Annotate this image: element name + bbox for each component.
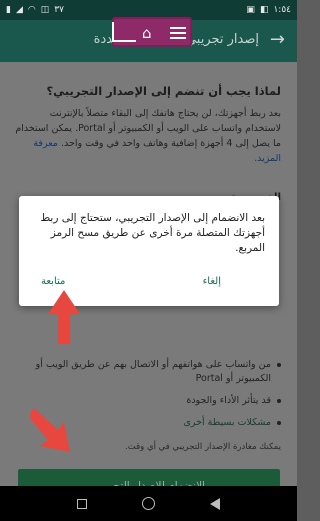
bullet-dot bbox=[277, 399, 281, 403]
highlight-arrow-icon bbox=[112, 22, 136, 42]
cancel-button[interactable]: إلغاء bbox=[203, 276, 221, 287]
bullet-link[interactable]: مشكلات بسيطة أخرى bbox=[183, 416, 271, 430]
section-heading: لماذا يجب أن تنضم إلى الإصدار التجريبي؟ bbox=[46, 84, 281, 98]
badge-count: ٣٧ bbox=[54, 5, 64, 15]
battery-icon: ▮ bbox=[6, 5, 11, 15]
highlight-overlay: ⌂ bbox=[112, 17, 192, 47]
continue-button[interactable]: متابعة bbox=[41, 276, 65, 287]
status-right: ▣ ◧ ١:٥٤ bbox=[246, 5, 291, 15]
clock: ١:٥٤ bbox=[273, 5, 291, 15]
pointer-arrow-icon-2 bbox=[30, 408, 70, 452]
notification-icon: ▣ bbox=[246, 5, 255, 15]
leave-note: يمكنك مغادرة الإصدار التجريبي في أي وقت. bbox=[125, 442, 281, 452]
bullet-text: قد يتأثر الأداء والجودة bbox=[186, 395, 271, 406]
bullet-dot bbox=[277, 363, 281, 367]
bullet-dot bbox=[277, 421, 281, 425]
recents-icon[interactable] bbox=[77, 498, 88, 509]
signal-icon: ◢ bbox=[15, 5, 23, 15]
bullet-text: من واتساب على هواتفهم أو الاتصال بهم عن … bbox=[35, 359, 271, 384]
status-icons: ▮ ◢ ◠ ◫ ٣٧ bbox=[6, 5, 64, 15]
pointer-arrow-icon bbox=[48, 290, 80, 344]
hd-icon: ◫ bbox=[40, 5, 50, 15]
back-nav-icon[interactable] bbox=[209, 497, 220, 510]
menu-icon[interactable] bbox=[170, 24, 186, 42]
notification-icon-2: ◧ bbox=[259, 5, 269, 15]
dialog-buttons: متابعة إلغاء bbox=[41, 276, 221, 287]
home-nav-icon[interactable] bbox=[141, 497, 155, 510]
list-item: من واتساب على هواتفهم أو الاتصال بهم عن … bbox=[15, 358, 281, 386]
wifi-icon: ◠ bbox=[27, 5, 36, 15]
home-icon[interactable]: ⌂ bbox=[142, 24, 152, 42]
dialog-message: بعد الانضمام إلى الإصدار التجريبي، ستحتا… bbox=[40, 212, 265, 254]
arrow-forward-icon[interactable]: → bbox=[270, 29, 285, 50]
nav-bar bbox=[0, 486, 297, 521]
description-paragraph: بعد ربط أجهزتك، لن يحتاج هاتفك إلى البقا… bbox=[14, 106, 281, 166]
